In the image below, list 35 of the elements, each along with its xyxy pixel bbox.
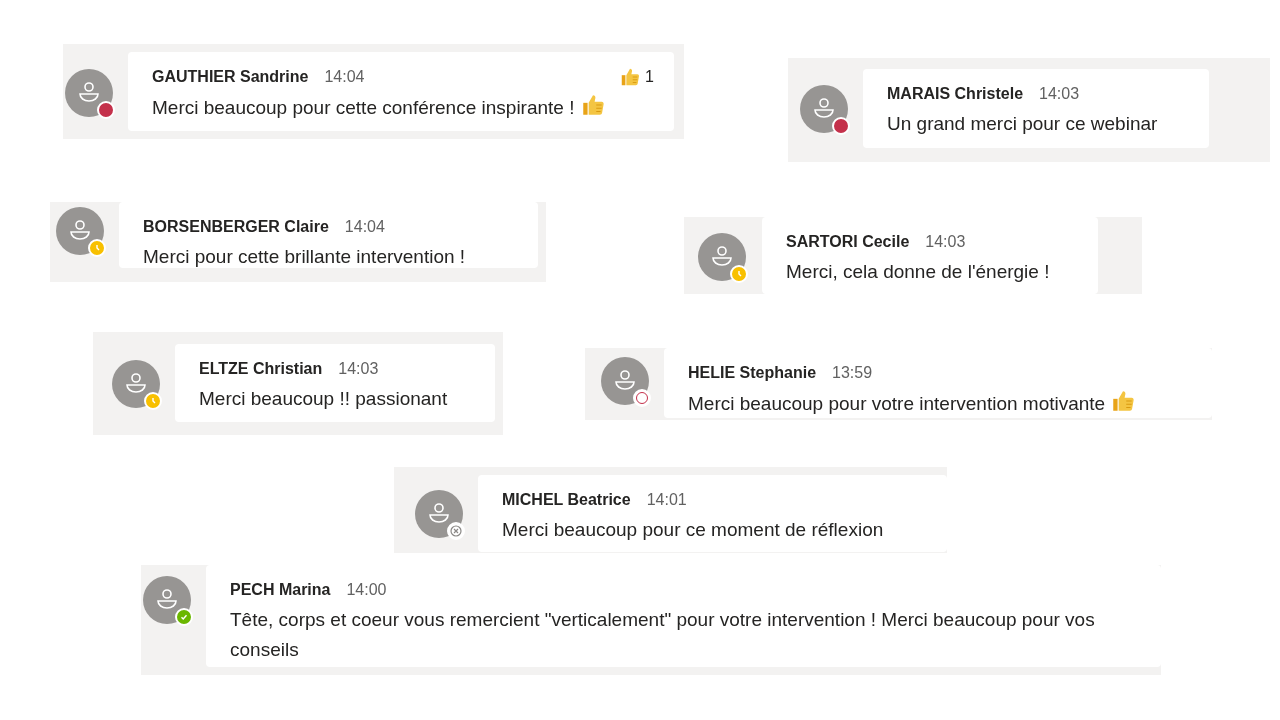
avatar-icon (698, 233, 746, 281)
avatar-icon (143, 576, 191, 624)
message-text: Un grand merci pour ce webinar (887, 113, 1158, 134)
avatar-icon (415, 490, 463, 538)
sender-name: ELTZE Christian (199, 359, 323, 379)
sender-name: MARAIS Christele (887, 84, 1024, 104)
message-time: 14:04 (344, 217, 385, 237)
sender-name: PECH Marina (230, 580, 331, 600)
message-time: 14:03 (338, 359, 379, 379)
message-time: 14:03 (925, 232, 966, 252)
sender-name: SARTORI Cecile (786, 232, 910, 252)
avatar-icon (112, 360, 160, 408)
thumbs-up-icon (619, 66, 642, 88)
message-text: Tête, corps et coeur vous remercient "verticalement" pour votre intervention ! Merci beaucoup pour vos conseils (230, 609, 1095, 660)
message-time: 14:04 (324, 67, 365, 87)
sender-name: MICHEL Beatrice (502, 490, 631, 510)
message-text: Merci, cela donne de l'énergie ! (786, 261, 1050, 282)
thumbs-up-icon (1110, 388, 1137, 414)
message-time: 14:01 (646, 490, 687, 510)
sender-name: HELIE Stephanie (688, 363, 817, 383)
message-time: 13:59 (832, 363, 873, 383)
reaction-count[interactable]: 1 (619, 66, 654, 88)
avatar-icon (601, 357, 649, 405)
message-text: Merci beaucoup pour votre intervention motivante (688, 393, 1106, 414)
message-time: 14:03 (1039, 84, 1080, 104)
message-text: Merci beaucoup pour cette conférence inspirante ! (152, 97, 575, 118)
message-text: Merci pour cette brillante intervention ! (143, 246, 466, 267)
message-time: 14:00 (346, 580, 387, 600)
avatar-icon (56, 207, 104, 255)
message-text: Merci beaucoup pour ce moment de réflexion (502, 519, 884, 540)
message-text: Merci beaucoup !! passionant (199, 388, 448, 409)
sender-name: BORSENBERGER Claire (143, 217, 329, 237)
avatar-icon (800, 85, 848, 133)
avatar-icon (65, 69, 113, 117)
sender-name: GAUTHIER Sandrine (152, 67, 309, 87)
